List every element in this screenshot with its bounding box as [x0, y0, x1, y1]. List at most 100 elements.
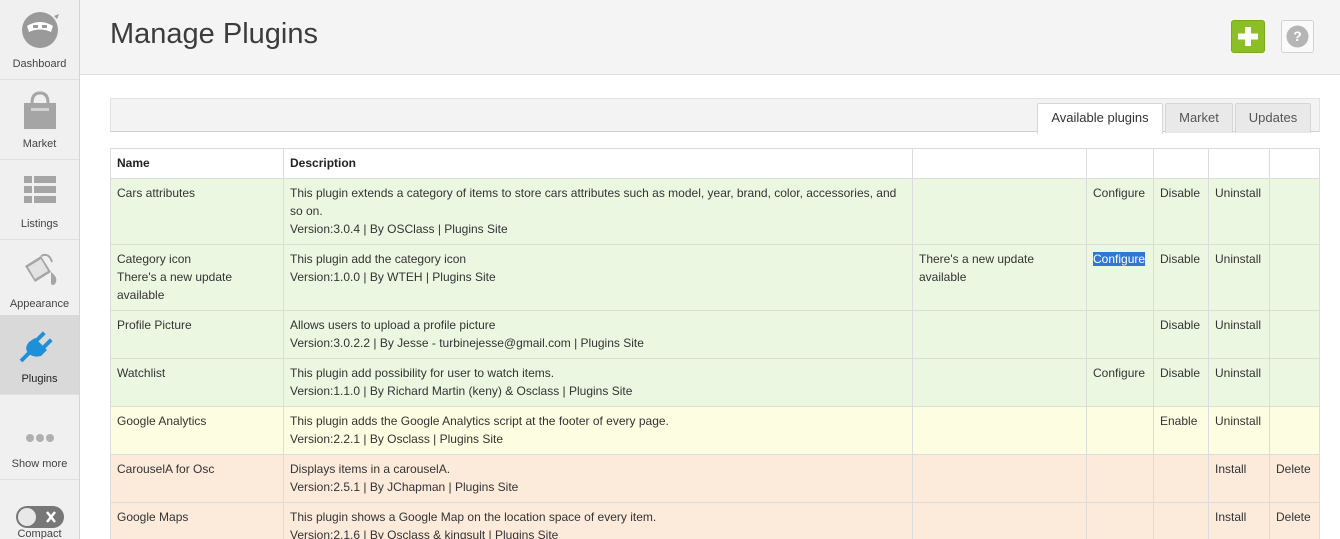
plugin-toggle-cell: Disable: [1153, 310, 1209, 359]
plugin-meta: Version:3.0.2.2 | By Jesse - turbinejess…: [290, 336, 644, 350]
tab-available-plugins[interactable]: Available plugins: [1037, 103, 1163, 134]
plugin-toggle-cell: Disable: [1153, 244, 1209, 311]
plugin-delete-cell: [1269, 406, 1320, 455]
sidebar-item-dashboard[interactable]: Dashboard: [0, 0, 79, 80]
plugin-toggle-cell: Disable: [1153, 358, 1209, 407]
plugin-toggle-cell: [1153, 502, 1209, 539]
disable-link[interactable]: Disable: [1160, 252, 1200, 266]
plugin-description: This plugin add the category icon: [290, 252, 467, 266]
delete-link[interactable]: Delete: [1276, 462, 1311, 476]
plugin-toggle-cell: [1153, 454, 1209, 503]
plugin-configure-cell: [1086, 310, 1154, 359]
sidebar-item-appearance[interactable]: Appearance: [0, 240, 79, 320]
sidebar-item-compact[interactable]: Compact: [0, 480, 79, 539]
plugin-update-cell: There's a new update available: [912, 244, 1087, 311]
plugin-configure-cell: Configure: [1086, 178, 1154, 245]
sidebar-item-market[interactable]: Market: [0, 80, 79, 160]
install-link[interactable]: Install: [1215, 510, 1246, 524]
uninstall-link[interactable]: Uninstall: [1215, 366, 1261, 380]
plugin-install-cell: Install: [1208, 454, 1270, 503]
column-header-description: Description: [283, 148, 913, 179]
disable-link[interactable]: Disable: [1160, 318, 1200, 332]
uninstall-link[interactable]: Uninstall: [1215, 414, 1261, 428]
help-button[interactable]: ?: [1281, 20, 1314, 53]
sidebar-item-label: Plugins: [21, 373, 58, 385]
install-link[interactable]: Install: [1215, 462, 1246, 476]
sidebar-item-label: Compact: [17, 528, 62, 539]
plugin-configure-cell: Configure: [1086, 244, 1154, 311]
plugin-name-cell: Watchlist: [110, 358, 284, 407]
plugin-toggle-cell: Disable: [1153, 178, 1209, 245]
plugin-description: This plugin shows a Google Map on the lo…: [290, 510, 657, 524]
plugin-name: Google Maps: [117, 510, 189, 524]
delete-link[interactable]: Delete: [1276, 510, 1311, 524]
configure-link[interactable]: Configure: [1093, 186, 1145, 200]
plugin-description-cell: Displays items in a carouselA. Version:2…: [283, 454, 913, 503]
help-icon: ?: [1286, 25, 1309, 48]
plugin-configure-cell: [1086, 502, 1154, 539]
uninstall-link[interactable]: Uninstall: [1215, 318, 1261, 332]
plugin-description: Allows users to upload a profile picture: [290, 318, 496, 332]
plugin-configure-cell: [1086, 406, 1154, 455]
configure-link[interactable]: Configure: [1093, 366, 1145, 380]
sidebar-item-label: Appearance: [9, 298, 70, 310]
plugin-install-cell: Uninstall: [1208, 358, 1270, 407]
table-row: Google Maps This plugin shows a Google M…: [110, 502, 1320, 539]
dashboard-icon: [22, 12, 59, 48]
plugin-configure-cell: Configure: [1086, 358, 1154, 407]
enable-link[interactable]: Enable: [1160, 414, 1197, 428]
plugin-delete-cell: [1269, 244, 1320, 311]
configure-link[interactable]: Configure: [1093, 252, 1146, 266]
plugin-description-cell: This plugin extends a category of items …: [283, 178, 913, 245]
plugin-meta: Version:3.0.4 | By OSClass | Plugins Sit…: [290, 222, 508, 236]
plugin-delete-cell: [1269, 358, 1320, 407]
shopping-bag-icon: [24, 91, 56, 129]
uninstall-link[interactable]: Uninstall: [1215, 186, 1261, 200]
disable-link[interactable]: Disable: [1160, 366, 1200, 380]
list-icon: [24, 176, 56, 203]
tab-updates[interactable]: Updates: [1235, 103, 1311, 133]
sidebar: Dashboard Market Listings Appearance Plu…: [0, 0, 80, 539]
disable-link[interactable]: Disable: [1160, 186, 1200, 200]
sidebar-item-listings[interactable]: Listings: [0, 160, 79, 240]
plugin-name: Category icon: [117, 252, 192, 266]
plugin-name: Watchlist: [117, 366, 166, 380]
plug-icon: [19, 331, 53, 363]
sidebar-item-plugins[interactable]: Plugins: [0, 315, 79, 395]
sidebar-item-label: Dashboard: [12, 58, 67, 70]
plugin-meta: Version:2.1.6 | By Osclass & kingsult | …: [290, 528, 559, 539]
plus-icon: [1238, 27, 1258, 46]
plugin-name: CarouselA for Osc: [117, 462, 215, 476]
page-header: Manage Plugins ?: [80, 0, 1340, 75]
plugin-name-cell: Profile Picture: [110, 310, 284, 359]
plugin-install-cell: Uninstall: [1208, 178, 1270, 245]
column-header-name: Name: [110, 148, 284, 179]
sidebar-item-show-more[interactable]: Show more: [0, 400, 79, 480]
column-header-delete: [1269, 148, 1320, 179]
plugin-meta: Version:1.1.0 | By Richard Martin (keny)…: [290, 384, 633, 398]
page-title: Manage Plugins: [110, 18, 318, 50]
dots-icon: [26, 434, 54, 442]
plugin-update-cell: [912, 358, 1087, 407]
app-root: Dashboard Market Listings Appearance Plu…: [0, 0, 1340, 539]
plugin-toggle-cell: Enable: [1153, 406, 1209, 455]
table-row: Profile Picture Allows users to upload a…: [110, 310, 1320, 359]
plugin-meta: Version:2.5.1 | By JChapman | Plugins Si…: [290, 480, 519, 494]
plugin-description-cell: Allows users to upload a profile picture…: [283, 310, 913, 359]
plugin-configure-cell: [1086, 454, 1154, 503]
plugin-name-cell: Google Analytics: [110, 406, 284, 455]
uninstall-link[interactable]: Uninstall: [1215, 252, 1261, 266]
plugin-update-cell: [912, 178, 1087, 245]
plugin-name-cell: Category icon There's a new update avail…: [110, 244, 284, 311]
plugin-description-cell: This plugin add possibility for user to …: [283, 358, 913, 407]
plugin-install-cell: Uninstall: [1208, 244, 1270, 311]
plugin-description: This plugin extends a category of items …: [290, 186, 897, 218]
plugin-name: Cars attributes: [117, 186, 196, 200]
plugin-description: This plugin add possibility for user to …: [290, 366, 555, 380]
toggle-icon: [16, 506, 64, 528]
tab-market[interactable]: Market: [1165, 103, 1233, 133]
plugin-update-note: There's a new update available: [117, 270, 233, 302]
plugin-update-cell: [912, 310, 1087, 359]
add-plugin-button[interactable]: [1231, 20, 1265, 53]
plugin-name: Google Analytics: [117, 414, 207, 428]
